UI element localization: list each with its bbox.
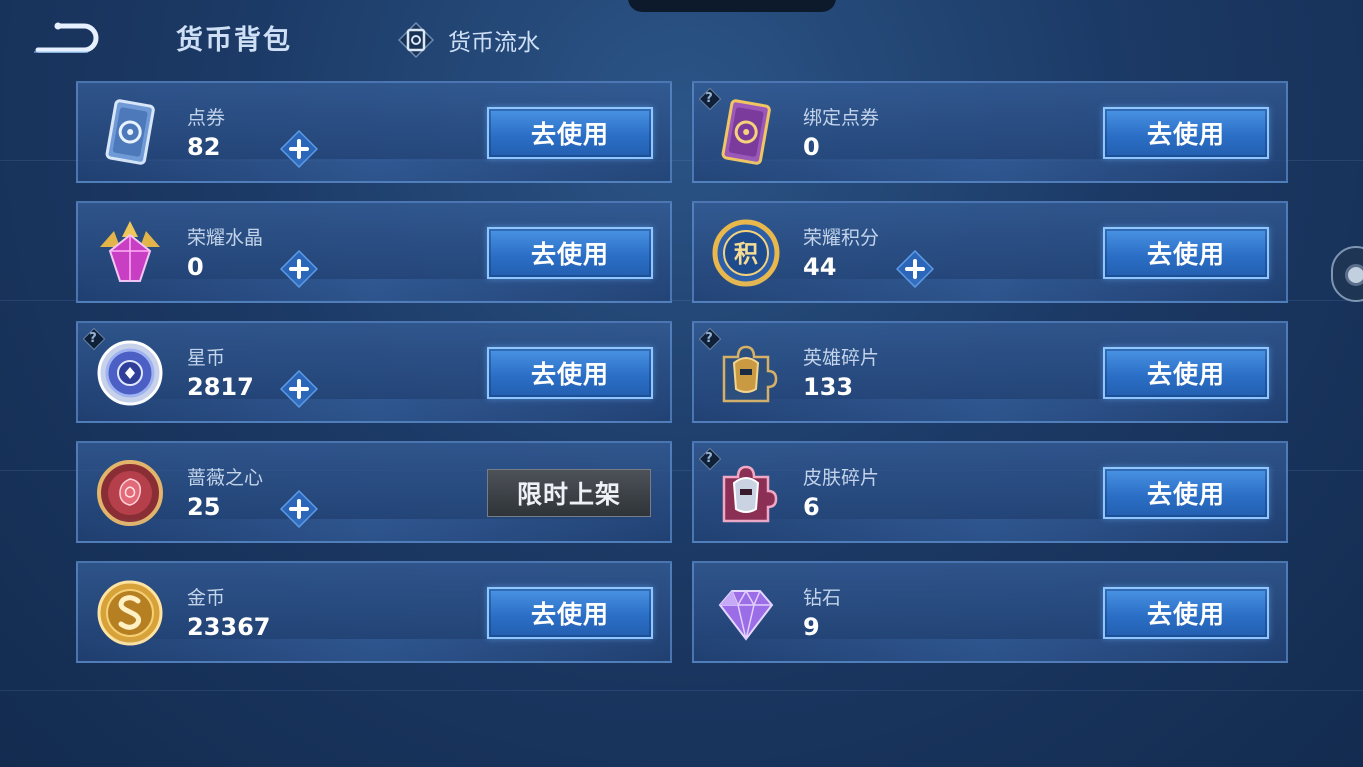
star-coin-icon [97,340,163,406]
currency-amount: 82 [187,133,221,161]
currency-name: 点券 [187,107,226,129]
currency-amount: 0 [803,133,820,161]
currency-name: 荣耀水晶 [187,227,264,249]
gold-coin-icon [97,580,163,646]
page-title: 货币背包 [176,25,292,56]
currency-amount: 44 [803,253,837,281]
currency-card-voucher: 点券 82 去使用 [76,81,672,183]
add-glory-points-button[interactable] [896,250,934,288]
glory-crystal-icon [100,221,160,282]
help-icon[interactable]: ? [698,447,720,469]
help-icon[interactable]: ? [82,327,104,349]
help-icon[interactable]: ? [698,87,720,109]
currency-card-glory-points: 积 荣耀积分 44 去使用 [692,201,1288,303]
skin-fragment-icon [722,465,778,523]
add-rose-heart-button[interactable] [280,490,318,528]
use-gold-coin-button[interactable]: 去使用 [487,587,653,639]
use-hero-fragment-button[interactable]: 去使用 [1103,347,1269,399]
side-menu-handle[interactable] [1331,246,1363,302]
currency-card-star-coin: ? 星币 2817 去使用 [76,321,672,423]
use-glory-points-button[interactable]: 去使用 [1103,227,1269,279]
add-glory-crystal-button[interactable] [280,250,318,288]
currency-flow-icon [398,22,434,58]
help-icon[interactable]: ? [698,327,720,349]
rose-heart-icon [97,460,163,526]
settings-icon [1345,264,1363,286]
currency-card-bound-voucher: ? 绑定点券 0 去使用 [692,81,1288,183]
add-star-coin-button[interactable] [280,370,318,408]
currency-flow-link[interactable]: 货币流水 [398,20,540,60]
currency-name: 金币 [187,587,226,609]
currency-card-glory-crystal: 荣耀水晶 0 去使用 [76,201,672,303]
currency-name: 皮肤碎片 [803,467,880,489]
currency-name: 荣耀积分 [803,227,880,249]
currency-card-rose-heart: 蔷薇之心 25 限时上架 [76,441,672,543]
camera-notch [628,0,836,12]
bound-voucher-icon [721,99,771,165]
back-button[interactable] [32,20,102,58]
currency-name: 绑定点券 [803,107,880,129]
currency-card-hero-fragment: ? 英雄碎片 133 去使用 [692,321,1288,423]
currency-card-skin-fragment: ? 皮肤碎片 6 去使用 [692,441,1288,543]
currency-amount: 23367 [187,613,271,641]
currency-name: 蔷薇之心 [187,467,264,489]
use-glory-crystal-button[interactable]: 去使用 [487,227,653,279]
add-voucher-button[interactable] [280,130,318,168]
currency-name: 英雄碎片 [803,347,880,369]
currency-amount: 133 [803,373,854,401]
currency-name: 钻石 [803,587,842,609]
hero-fragment-icon [722,345,778,403]
currency-grid: 点券 82 去使用 ? 绑定点券 0 去使用 荣耀水晶 0 去使用 积 荣耀积分… [76,81,1288,663]
currency-flow-label: 货币流水 [448,30,540,56]
currency-amount: 6 [803,493,820,521]
currency-name: 星币 [187,347,226,369]
voucher-icon [105,99,155,165]
use-bound-voucher-button[interactable]: 去使用 [1103,107,1269,159]
glory-points-icon: 积 [712,219,780,287]
glory-points-glyph: 积 [734,240,758,268]
use-skin-fragment-button[interactable]: 去使用 [1103,467,1269,519]
currency-amount: 0 [187,253,204,281]
currency-amount: 25 [187,493,221,521]
currency-card-diamond: 钻石 9 去使用 [692,561,1288,663]
currency-amount: 9 [803,613,820,641]
use-voucher-button[interactable]: 去使用 [487,107,653,159]
limited-time-button: 限时上架 [487,469,651,517]
diamond-icon [718,589,774,641]
currency-card-gold-coin: 金币 23367 去使用 [76,561,672,663]
currency-amount: 2817 [187,373,254,401]
use-diamond-button[interactable]: 去使用 [1103,587,1269,639]
back-arrow-icon [34,22,99,53]
use-star-coin-button[interactable]: 去使用 [487,347,653,399]
